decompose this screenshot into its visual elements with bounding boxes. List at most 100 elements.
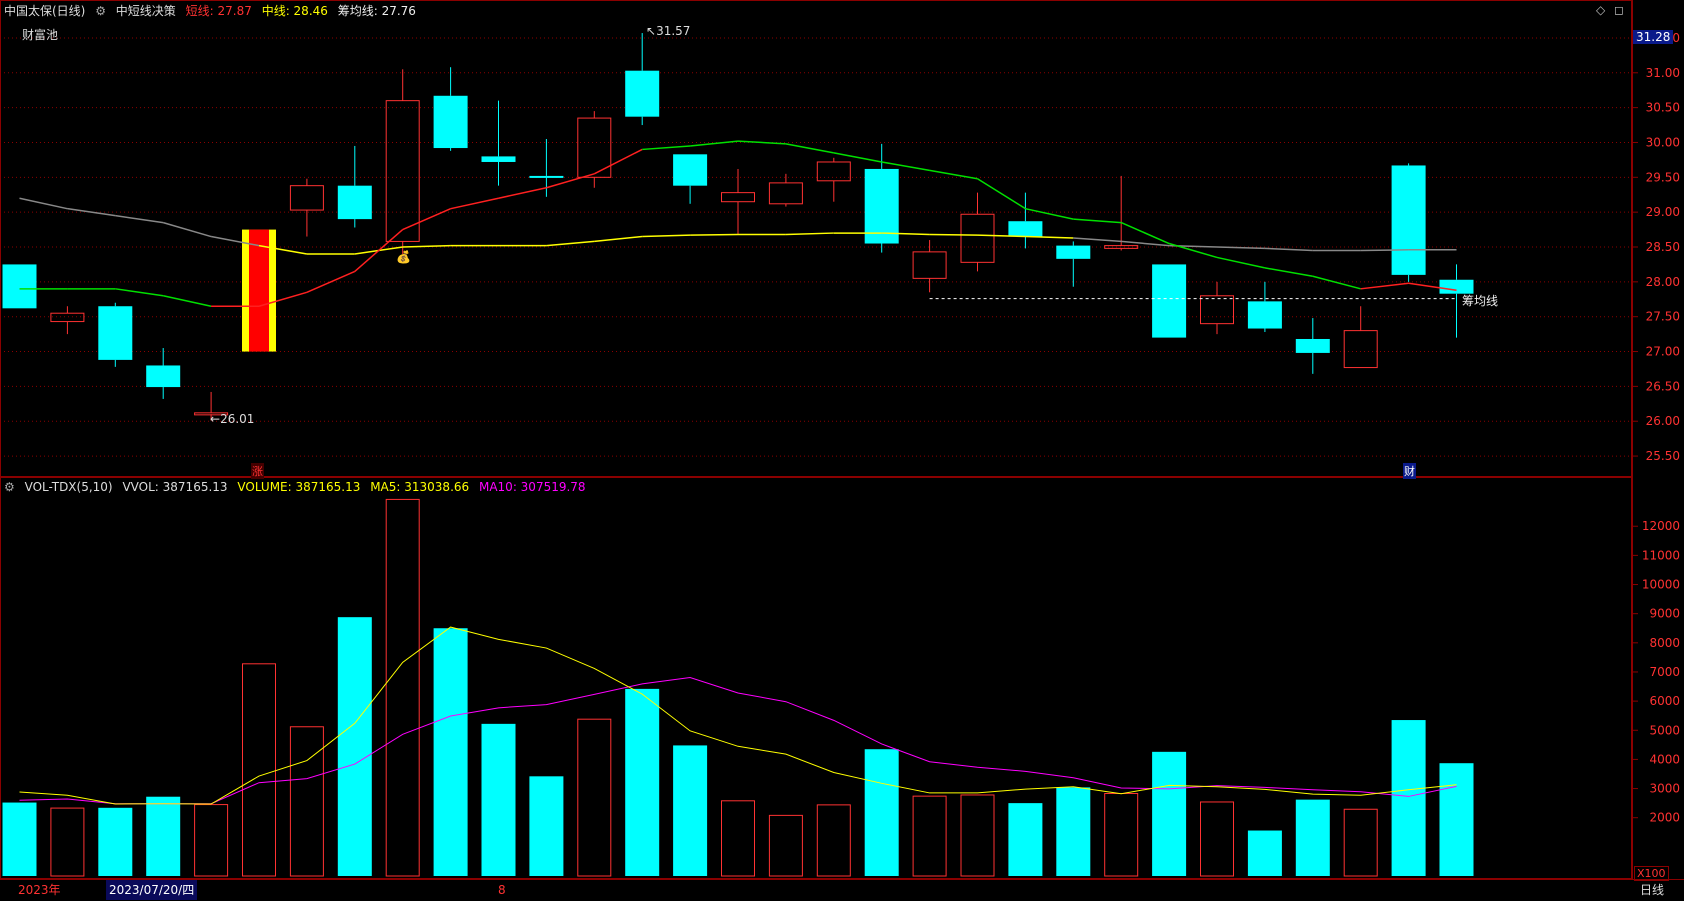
volume-bar bbox=[385, 498, 420, 877]
candle-body bbox=[1008, 221, 1043, 237]
money-bag-icon[interactable]: 💰 bbox=[396, 250, 411, 264]
volume-bar bbox=[960, 794, 995, 877]
volume-bar bbox=[1104, 793, 1139, 877]
indicator-name[interactable]: 中短线决策 bbox=[116, 4, 176, 18]
short-line-segment bbox=[498, 187, 547, 199]
mid-line-segment bbox=[115, 214, 164, 224]
volume-tick-label: 3000 bbox=[1649, 782, 1680, 796]
candle-body bbox=[289, 185, 324, 211]
volume-bar bbox=[673, 745, 708, 876]
mid-line-segment bbox=[19, 197, 68, 210]
high-price-label: ↖31.57 bbox=[646, 24, 691, 38]
volume-bar bbox=[50, 807, 85, 877]
volume-bar bbox=[289, 726, 324, 877]
volume-tick-label: 7000 bbox=[1649, 665, 1680, 679]
wealth-pool-label[interactable]: 财富池 bbox=[22, 26, 58, 43]
volume-bar bbox=[912, 795, 947, 877]
volume-bar bbox=[1152, 751, 1187, 876]
diamond-icon[interactable]: ◇ bbox=[1596, 3, 1605, 17]
candle-body bbox=[625, 70, 660, 117]
candle-body bbox=[1295, 338, 1330, 353]
chip-line-value: 筹均线: 27.76 bbox=[337, 4, 416, 18]
price-tick-label: 28.00 bbox=[1646, 275, 1680, 289]
short-line-segment bbox=[115, 288, 164, 297]
volume-bar bbox=[529, 776, 564, 876]
volume-ma5-line bbox=[19, 626, 1457, 805]
candle-body bbox=[1343, 330, 1378, 369]
price-tick-label: 28.50 bbox=[1646, 240, 1680, 254]
candle-body bbox=[50, 312, 85, 323]
candle-body bbox=[1056, 245, 1091, 259]
price-tick-label: 27.50 bbox=[1646, 310, 1680, 324]
short-line-segment bbox=[642, 145, 691, 151]
candle-body bbox=[1200, 295, 1234, 325]
mid-line-segment bbox=[1073, 237, 1122, 243]
candle-body bbox=[1152, 264, 1187, 338]
volume-tick-label: 2000 bbox=[1649, 811, 1680, 825]
mid-line-segment bbox=[929, 233, 978, 236]
price-tick-label: 31.00 bbox=[1646, 66, 1680, 80]
vol-indicator-name[interactable]: VOL-TDX(5,10) bbox=[25, 480, 113, 494]
cai-marker[interactable]: 财 bbox=[1403, 463, 1416, 479]
mid-line-segment bbox=[785, 232, 834, 236]
candle-body bbox=[146, 365, 181, 388]
price-tick-label: 27.00 bbox=[1646, 345, 1680, 359]
period-label[interactable]: 日线 bbox=[1640, 880, 1664, 900]
volume-tick-label: 6000 bbox=[1649, 694, 1680, 708]
settings-icon[interactable]: ⚙ bbox=[95, 4, 106, 18]
candle-body bbox=[2, 264, 37, 309]
mid-line-segment bbox=[1121, 240, 1170, 247]
mid-line-segment bbox=[1216, 246, 1265, 250]
chip-line-label: 筹均线 bbox=[1462, 294, 1499, 308]
time-axis[interactable]: 2023年 2023/07/20/四 8 日线 bbox=[0, 879, 1684, 901]
candle-body bbox=[385, 100, 420, 242]
mid-line-value: 中线: 28.46 bbox=[261, 4, 328, 18]
volume-header: ⚙ VOL-TDX(5,10) VVOL: 387165.13 VOLUME: … bbox=[0, 478, 1630, 496]
price-tick-label: 26.00 bbox=[1646, 414, 1680, 428]
price-tick-label: 26.50 bbox=[1646, 379, 1680, 393]
candle-body-special-inner bbox=[249, 229, 269, 352]
volume-bar bbox=[768, 814, 803, 877]
stock-name[interactable]: 中国太保(日线) bbox=[4, 4, 85, 18]
candle-body bbox=[433, 95, 468, 149]
mid-line-segment bbox=[594, 235, 643, 243]
short-line-segment bbox=[450, 197, 499, 210]
zhang-marker[interactable]: 涨 bbox=[251, 463, 264, 479]
volume-value: VOLUME: 387165.13 bbox=[237, 480, 361, 494]
short-line-segment bbox=[977, 178, 1026, 210]
volume-bar bbox=[1343, 808, 1378, 877]
ma10-value: MA10: 307519.78 bbox=[478, 480, 586, 494]
volume-bar bbox=[1295, 799, 1330, 876]
volume-bar bbox=[194, 804, 229, 877]
maximize-icon[interactable]: ◻ bbox=[1614, 3, 1624, 17]
mid-line-segment bbox=[642, 234, 691, 238]
volume-ma10-line bbox=[19, 676, 1457, 805]
volume-bar bbox=[2, 802, 37, 876]
volume-bar bbox=[1008, 803, 1043, 876]
candle-body bbox=[673, 154, 708, 186]
high-price-value: 31.57 bbox=[656, 24, 691, 38]
short-line-segment bbox=[1360, 282, 1409, 290]
volume-bar bbox=[721, 800, 755, 877]
volume-bar bbox=[242, 663, 276, 877]
volume-bar bbox=[816, 804, 851, 877]
candle-body bbox=[816, 161, 851, 182]
year-label: 2023年 bbox=[18, 883, 61, 897]
month-mark: 8 bbox=[498, 883, 506, 897]
candlestick-chart[interactable]: 25.50 26.00 26.50 27.00 27.50 28.00 28.50 29.00… bbox=[0, 0, 1684, 901]
volume-bar bbox=[1200, 801, 1234, 877]
candle-body bbox=[912, 251, 947, 279]
mid-line-segment bbox=[1025, 235, 1074, 239]
volume-bar bbox=[433, 628, 468, 876]
current-price-badge: 31.28 bbox=[1633, 30, 1674, 44]
volume-bar bbox=[1247, 830, 1282, 876]
volume-bar bbox=[625, 688, 660, 876]
low-price-label: ←26.01 bbox=[210, 412, 255, 426]
short-line-value: 短线: 27.87 bbox=[185, 4, 252, 18]
candle-body bbox=[481, 156, 516, 162]
candle-body bbox=[1247, 301, 1282, 329]
settings-icon[interactable]: ⚙ bbox=[4, 480, 15, 494]
short-line-segment bbox=[1120, 221, 1170, 245]
short-line-segment bbox=[1312, 275, 1361, 290]
volume-bar bbox=[146, 796, 181, 876]
